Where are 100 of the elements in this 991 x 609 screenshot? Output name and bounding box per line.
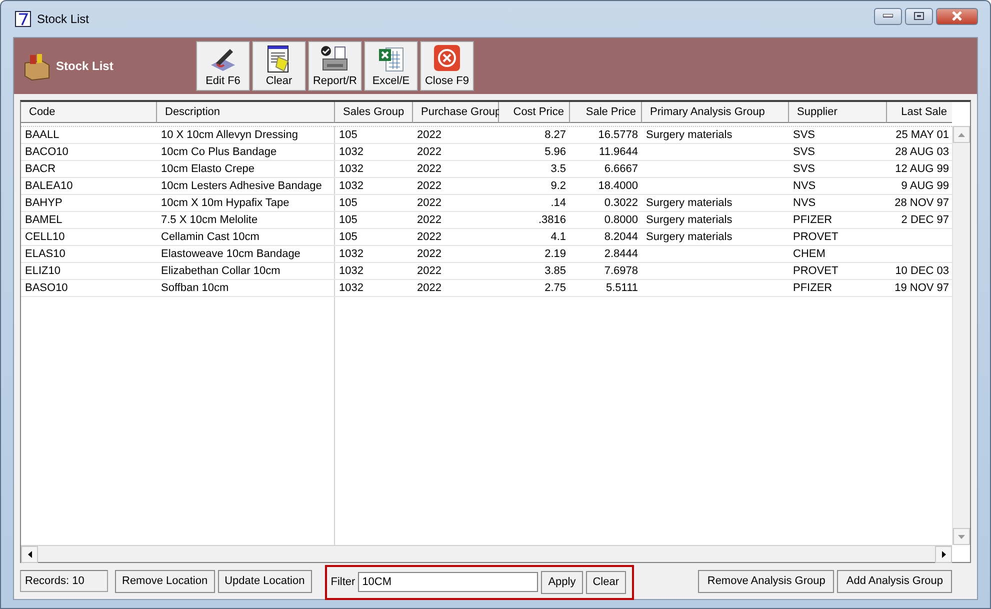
location-button[interactable]: Remove Location [115,570,215,592]
column-header[interactable]: Primary Analysis Group [642,102,789,123]
table-cell-text: 1032 [338,162,364,177]
table-cell-text: 9 AUG 99 [900,179,950,194]
table-cell-text: CELL10 [24,230,66,245]
minimize-icon [883,14,893,18]
table-cell-text: 1032 [338,247,364,262]
table-cell-text: 105 [338,196,358,211]
table-cell-text: 28 NOV 97 [894,196,950,211]
close-icon [951,11,963,21]
table-cell-text: 2.8444 [603,247,639,262]
table-cell-text: Surgery materials [645,230,734,245]
table-cell-text: 2022 [416,128,442,143]
table-cell-text: 3.85 [544,264,567,279]
table-cell-text: 2022 [416,179,442,194]
column-header[interactable]: Description [157,102,335,123]
table-cell-text: 10cm X 10m Hypafix Tape [160,196,290,211]
table-cell-text: 18.4000 [597,179,639,194]
toolbar-button[interactable]: Report/R [308,41,362,91]
table-cell-text: 8.27 [544,128,567,143]
table-cell-text: 11.9644 [598,145,639,160]
table-cell-text: PROVET [792,230,840,245]
table-cell-text: 9.2 [550,179,567,194]
vertical-scrollbar[interactable] [952,126,970,545]
table-cell-text: 25 MAY 01 [894,128,950,143]
table-cell-text: 0.3022 [603,196,639,211]
table-cell-text: 1032 [338,179,364,194]
column-header[interactable]: Sales Group [335,102,413,123]
table-cell-text: NVS [792,179,817,194]
table-cell-text: 4.1 [550,230,567,245]
table-cell-text: 2022 [416,247,442,262]
table-cell-text: 2 DEC 97 [900,213,950,228]
toolbar-button[interactable]: Clear [252,41,306,91]
table-cell-text: 1032 [338,264,364,279]
filter-button[interactable]: Clear [586,570,626,594]
column-header[interactable]: Supplier [789,102,887,123]
table-cell-text: 28 AUG 03 [894,145,950,160]
maximize-button[interactable] [905,8,933,24]
close-button[interactable] [936,8,978,24]
left-arrow-icon [28,551,32,558]
table-cell-text: Elizabethan Collar 10cm [160,264,282,279]
column-header[interactable]: Sale Price [570,102,642,123]
analysis-group-button[interactable]: Add Analysis Group [837,570,952,592]
table-cell-text: 10cm Co Plus Bandage [160,145,278,160]
table-cell-text: 16.5778 [597,128,639,143]
table-cell-text: BAALL [24,128,60,143]
table-cell-text: PFIZER [792,213,834,228]
filter-label: Filter [330,576,356,588]
table-cell-text: BAHYP [24,196,64,211]
filter-field[interactable]: 10CM [358,572,538,592]
records-count: Records: 10 [20,570,108,592]
toolbar-button[interactable]: Close F9 [420,41,474,91]
table-cell-text: Elastoweave 10cm Bandage [160,247,302,262]
table-cell-text: .14 [550,196,567,211]
table-cell-text: SVS [792,145,816,160]
table-cell-text: 5.5111 [604,281,639,296]
location-button[interactable]: Update Location [218,570,312,592]
table-cell-text: 10 X 10cm Allevyn Dressing [160,128,299,143]
horizontal-scrollbar[interactable] [21,545,952,562]
table-cell-text: 2022 [416,264,442,279]
table-cell-text: 2.19 [544,247,567,262]
table-cell-text: 7.6978 [603,264,639,279]
table-cell-text: 6.6667 [603,162,639,177]
table-cell-text: BACR [24,162,57,177]
column-header[interactable]: Last Sale [887,102,952,123]
filter-button[interactable]: Apply [541,570,583,594]
minimize-button[interactable] [874,8,902,24]
table-cell-text: SVS [792,128,816,143]
table-cell-text: 2.75 [544,281,567,296]
table-cell-text: 2022 [416,230,442,245]
table-cell-text: BAMEL [24,213,64,228]
maximize-icon [914,12,924,20]
analysis-group-button[interactable]: Remove Analysis Group [698,570,834,592]
up-arrow-icon [958,132,965,136]
table-cell-text: Surgery materials [645,213,734,228]
table-cell-text: 105 [338,128,358,143]
toolbar-button[interactable]: Excel/E [364,41,418,91]
table-cell-text: CHEM [792,247,826,262]
table-cell-text: BACO10 [24,145,70,160]
table-cell-text: 105 [338,230,358,245]
table-cell-text: 2022 [416,281,442,296]
table-cell-text: 1032 [338,281,364,296]
column-header[interactable]: Cost Price [499,102,570,123]
table-cell-text: Soffban 10cm [160,281,230,296]
table-cell-text: 7.5 X 10cm Melolite [160,213,259,228]
table-cell-text: 10cm Elasto Crepe [160,162,256,177]
table-cell-text: NVS [792,196,817,211]
table-cell-text: Surgery materials [645,128,734,143]
table-cell-text: BASO10 [24,281,69,296]
right-arrow-icon [942,551,946,558]
spreadsheet-icon [377,45,405,73]
down-arrow-icon [958,534,965,538]
column-header[interactable]: Code [21,102,157,123]
table-cell-text: 8.2044 [603,230,639,245]
table-cell-text: 2022 [416,145,442,160]
toolbox-icon [22,51,52,81]
toolbar-button[interactable]: Edit F6 [196,41,250,91]
table-cell-text: 0.8000 [603,213,639,228]
table-cell-text: SVS [792,162,816,177]
table-cell-text: 1032 [338,145,364,160]
